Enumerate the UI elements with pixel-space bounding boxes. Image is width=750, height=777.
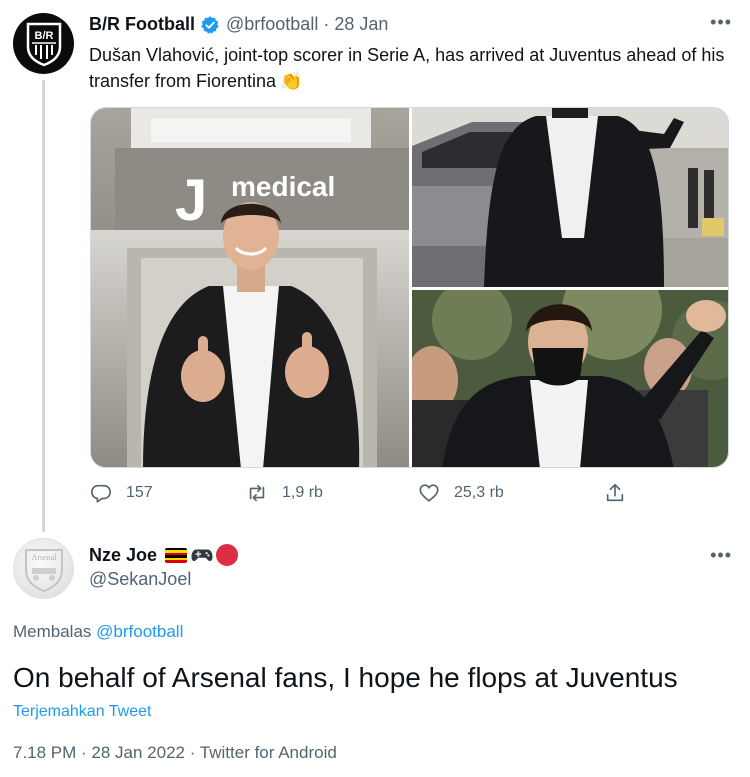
more-options-icon[interactable]: ••• [710,12,732,33]
sign-medical-text: medical [231,171,335,202]
share-button[interactable] [604,482,640,504]
photo-walking-by-car[interactable] [412,108,728,287]
clapping-hands-emoji: 👏 [280,71,303,91]
replying-to-link[interactable]: @brfootball [96,622,183,641]
heart-icon [419,484,439,502]
reply-text: On behalf of Arsenal fans, I hope he flo… [13,662,678,693]
avatar-crest-text: Arsenal [31,553,57,562]
reply-author-handle[interactable]: @SekanJoel [89,569,191,590]
author-handle[interactable]: @brfootball [226,14,318,35]
reply-button[interactable]: 157 [90,482,153,504]
reply-more-options-icon[interactable]: ••• [710,545,732,566]
tweet-media-grid: J medical [90,107,729,468]
uganda-flag-icon [165,547,188,563]
reply-author-name[interactable]: Nze Joe [89,545,157,566]
avatar-logo-text: B/R [34,30,53,42]
author-name[interactable]: B/R Football [89,14,195,35]
photo-thumbs-up-medical[interactable]: J medical [91,108,409,467]
separator-dot: · [323,14,330,34]
reply-icon [91,484,111,503]
thread-connector-line [42,80,45,532]
photo-masked-waving[interactable] [412,290,728,467]
red-circle-icon [216,544,239,566]
share-icon [606,483,624,502]
nze-joe-avatar[interactable]: Arsenal [13,538,74,599]
tweet-date[interactable]: 28 Jan [334,14,388,35]
tweet-text: Dušan Vlahović, joint-top scorer in Seri… [89,42,729,94]
replying-to: Membalas @brfootball [13,622,183,642]
br-football-avatar[interactable]: B/R [13,13,74,74]
retweet-button[interactable]: 1,9 rb [246,482,323,504]
verified-badge-icon [201,15,219,34]
like-count: 25,3 rb [454,484,504,501]
retweet-icon [249,484,265,502]
arsenal-crest-logo: Arsenal [24,548,63,592]
reply-author-row: Nze Joe [89,544,239,566]
tweet-body: Dušan Vlahović, joint-top scorer in Seri… [89,45,725,91]
translate-tweet-link[interactable]: Terjemahkan Tweet [13,703,151,721]
reply-count: 157 [126,484,153,501]
br-shield-logo: B/R [26,22,61,66]
replying-prefix: Membalas [13,622,92,641]
tweet-header: B/R Football @brfootball · 28 Jan [89,14,388,35]
sign-logo-j: J [175,168,207,233]
retweet-count: 1,9 rb [282,484,323,501]
reply-metadata[interactable]: 7.18 PM · 28 Jan 2022 · Twitter for Andr… [13,743,337,763]
game-controller-icon [191,549,213,562]
tweet-actions: 157 1,9 rb 25,3 rb [90,482,630,510]
like-button[interactable]: 25,3 rb [418,482,504,504]
